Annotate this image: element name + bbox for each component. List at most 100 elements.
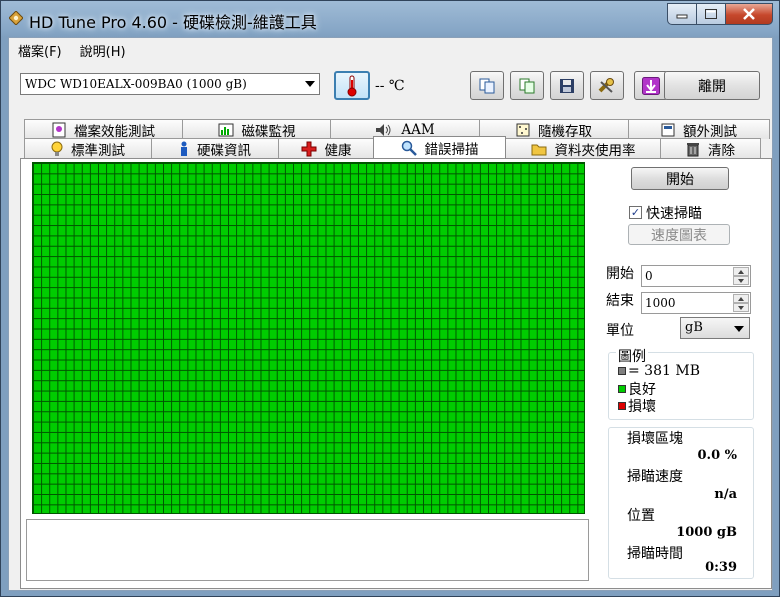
speed-map-label: 速度圖表	[651, 227, 707, 244]
tab-label: 清除	[708, 142, 735, 159]
damaged-blocks-label: 損壞區塊	[627, 431, 683, 447]
damaged-blocks-value: 0.0 %	[697, 448, 738, 463]
drive-select-value: WDC WD10EALX-009BA0 (1000 gB)	[25, 77, 247, 91]
minimize-icon	[676, 14, 688, 19]
start-scan-label: 開始	[666, 171, 694, 188]
legend-block-size: = 381 MB	[618, 363, 700, 379]
speaker-icon	[376, 123, 391, 136]
tab-row-bottom: 標準測試 硬碟資訊 健康 錯誤掃描 資料夾使用率 清除	[24, 136, 761, 159]
start-input[interactable]: 0	[641, 265, 751, 287]
position-label: 位置	[627, 508, 655, 524]
tab-label: 資料夾使用率	[554, 142, 636, 159]
thermometer-icon	[347, 75, 357, 96]
floppy-disk-icon	[560, 78, 574, 93]
folder-icon	[531, 144, 546, 155]
scan-speed-value: n/a	[714, 487, 737, 502]
tab-label: 隨機存取	[538, 123, 592, 140]
app-window: HD Tune Pro 4.60 - 硬碟檢測-維護工具 檔案(F) 說明(H)…	[0, 0, 780, 597]
unit-label: 單位	[606, 323, 634, 339]
tab-label: 檔案效能測試	[74, 123, 155, 140]
copy-icon	[479, 78, 495, 93]
quick-scan-checkbox[interactable]: ✓	[629, 206, 642, 219]
tab-file-benchmark[interactable]: 檔案效能測試	[24, 119, 183, 140]
chevron-down-icon	[734, 326, 744, 332]
tools-icon	[598, 77, 614, 93]
start-label: 開始	[606, 266, 634, 282]
options-button[interactable]	[590, 71, 624, 100]
legend-block-size-text: = 381 MB	[628, 363, 700, 379]
close-button[interactable]	[725, 3, 773, 25]
tab-erase[interactable]: 清除	[660, 138, 761, 159]
tab-error-scan[interactable]: 錯誤掃描	[373, 136, 506, 158]
spin-up-icon[interactable]	[733, 267, 749, 276]
end-value: 1000	[645, 296, 676, 310]
screenshot-button[interactable]	[634, 71, 668, 100]
maximize-icon	[705, 9, 717, 19]
temperature-readout: -- ℃	[375, 78, 405, 94]
exit-button[interactable]: 離開	[664, 71, 760, 100]
tab-label: 硬碟資訊	[197, 142, 251, 159]
stats-group: 損壞區塊 0.0 % 掃瞄速度 n/a 位置 1000 gB 掃瞄時間 0:39	[608, 427, 754, 579]
tab-label: 磁碟監視	[241, 123, 296, 140]
tab-info[interactable]: 硬碟資訊	[151, 138, 279, 159]
legend-damaged-text: 損壞	[628, 399, 656, 415]
tab-label: 健康	[324, 142, 352, 159]
title-bar[interactable]: HD Tune Pro 4.60 - 硬碟檢測-維護工具	[1, 1, 779, 37]
scan-speed-label: 掃瞄速度	[627, 469, 683, 485]
scan-time-value: 0:39	[705, 560, 737, 575]
info-icon	[181, 141, 187, 156]
extra-tests-icon	[661, 123, 675, 136]
chevron-down-icon	[305, 81, 315, 87]
disk-monitor-icon	[218, 123, 233, 136]
app-icon	[9, 11, 23, 25]
lightbulb-icon	[51, 141, 63, 156]
start-value: 0	[645, 269, 653, 283]
scan-log	[26, 519, 589, 581]
minimize-button[interactable]	[667, 3, 697, 25]
scan-time-label: 掃瞄時間	[627, 546, 683, 562]
client-area: 檔案(F) 說明(H) WDC WD10EALX-009BA0 (1000 gB…	[8, 37, 773, 591]
maximize-button[interactable]	[696, 3, 726, 25]
gray-swatch-icon	[618, 367, 626, 375]
legend-damaged: 損壞	[618, 396, 656, 416]
close-icon	[743, 8, 755, 20]
copy-text-button[interactable]	[470, 71, 504, 100]
exit-button-label: 離開	[698, 78, 726, 95]
copy-green-icon	[519, 78, 535, 93]
drive-select[interactable]: WDC WD10EALX-009BA0 (1000 gB)	[20, 73, 320, 95]
tab-folder-usage[interactable]: 資料夾使用率	[505, 138, 661, 159]
position-value: 1000 gB	[676, 525, 737, 540]
menu-bar: 檔案(F) 說明(H)	[9, 38, 772, 60]
window-title: HD Tune Pro 4.60 - 硬碟檢測-維護工具	[29, 13, 317, 32]
start-scan-button[interactable]: 開始	[631, 167, 729, 190]
copy-info-button[interactable]	[510, 71, 544, 100]
spin-up-icon[interactable]	[733, 294, 749, 303]
trash-icon	[687, 142, 699, 156]
speed-map-button[interactable]: 速度圖表	[628, 224, 730, 245]
unit-select[interactable]: gB	[680, 317, 750, 339]
green-swatch-icon	[618, 385, 626, 393]
end-label: 結束	[606, 293, 634, 309]
temperature-button[interactable]	[334, 71, 370, 100]
tab-health[interactable]: 健康	[278, 138, 374, 159]
error-scan-panel: 開始 ✓ 快速掃瞄 速度圖表 開始 0 結束 1000 單位 gB 圖例 = 3…	[20, 158, 772, 589]
tab-label: 額外測試	[683, 123, 737, 140]
random-access-icon	[516, 123, 530, 136]
tab-label: 錯誤掃描	[424, 141, 479, 158]
spin-down-icon[interactable]	[733, 276, 749, 285]
tab-disk-monitor[interactable]: 磁碟監視	[182, 119, 331, 140]
health-cross-icon	[301, 141, 316, 156]
menu-help[interactable]: 說明(H)	[71, 38, 135, 60]
save-button[interactable]	[550, 71, 584, 100]
tab-extra-tests[interactable]: 額外測試	[628, 119, 770, 140]
end-input[interactable]: 1000	[641, 292, 751, 314]
unit-value: gB	[685, 320, 703, 335]
tab-benchmark[interactable]: 標準測試	[24, 138, 152, 159]
magnifier-icon	[401, 140, 417, 156]
download-arrow-icon	[642, 76, 660, 95]
legend-group: 圖例 = 381 MB 良好 損壞	[608, 346, 754, 420]
menu-file[interactable]: 檔案(F)	[9, 38, 71, 60]
spin-down-icon[interactable]	[733, 303, 749, 312]
file-benchmark-icon	[52, 122, 66, 137]
quick-scan-label: 快速掃瞄	[646, 206, 702, 222]
